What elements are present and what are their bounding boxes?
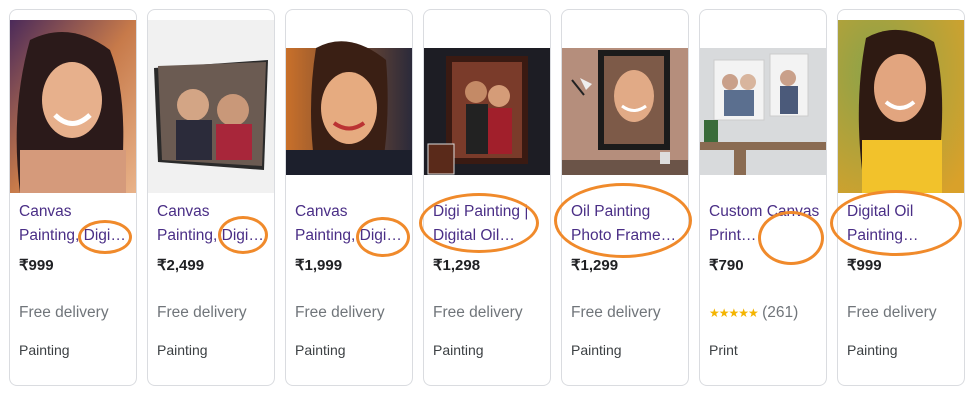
product-image[interactable]: [10, 20, 136, 193]
product-category: Print: [709, 342, 738, 358]
product-price: ₹1,999: [295, 257, 343, 274]
product-title[interactable]: Digital Oil Painting…: [847, 200, 959, 248]
product-card[interactable]: Canvas Painting, Digi… ₹1,999 Free deliv…: [285, 9, 413, 386]
rating[interactable]: ★★★★★ (261): [709, 304, 798, 322]
product-image[interactable]: [148, 20, 274, 193]
product-card[interactable]: Canvas Painting, Digi… ₹999 Free deliver…: [9, 9, 137, 386]
product-category: Painting: [433, 342, 484, 358]
product-card[interactable]: Oil Painting Photo Frame… ₹1,299 Free de…: [561, 9, 689, 386]
product-image[interactable]: [700, 20, 826, 193]
product-image[interactable]: [562, 20, 688, 193]
product-price: ₹1,299: [571, 257, 619, 274]
product-title[interactable]: Oil Painting Photo Frame…: [571, 200, 683, 248]
product-category: Painting: [19, 342, 70, 358]
delivery-info: Free delivery: [157, 304, 247, 321]
product-card[interactable]: Digital Oil Painting… ₹999 Free delivery…: [837, 9, 965, 386]
product-image[interactable]: [286, 20, 412, 193]
product-category: Painting: [847, 342, 898, 358]
product-category: Painting: [295, 342, 346, 358]
delivery-info: Free delivery: [847, 304, 937, 321]
product-title[interactable]: Canvas Painting, Digi…: [295, 200, 407, 248]
product-card[interactable]: Custom Canvas Print… ₹790 ★★★★★ (261) Pr…: [699, 9, 827, 386]
product-image[interactable]: [838, 20, 964, 193]
product-image[interactable]: [424, 20, 550, 193]
product-title[interactable]: Digi Painting | Digital Oil…: [433, 200, 545, 248]
delivery-info: Free delivery: [433, 304, 523, 321]
product-title[interactable]: Custom Canvas Print…: [709, 200, 821, 248]
product-carousel: Canvas Painting, Digi… ₹999 Free deliver…: [0, 0, 973, 410]
product-category: Painting: [571, 342, 622, 358]
product-price: ₹1,298: [433, 257, 481, 274]
product-price: ₹999: [847, 257, 882, 274]
rating-stars: ★★★★★: [709, 306, 759, 320]
product-price: ₹790: [709, 257, 744, 274]
rating-count: (261): [762, 304, 799, 321]
delivery-info: Free delivery: [19, 304, 109, 321]
delivery-info: Free delivery: [571, 304, 661, 321]
product-price: ₹999: [19, 257, 54, 274]
product-title[interactable]: Canvas Painting, Digi…: [157, 200, 269, 248]
product-category: Painting: [157, 342, 208, 358]
product-card[interactable]: Canvas Painting, Digi… ₹2,499 Free deliv…: [147, 9, 275, 386]
delivery-info: Free delivery: [295, 304, 385, 321]
product-price: ₹2,499: [157, 257, 205, 274]
product-title[interactable]: Canvas Painting, Digi…: [19, 200, 131, 248]
product-card[interactable]: Digi Painting | Digital Oil… ₹1,298 Free…: [423, 9, 551, 386]
